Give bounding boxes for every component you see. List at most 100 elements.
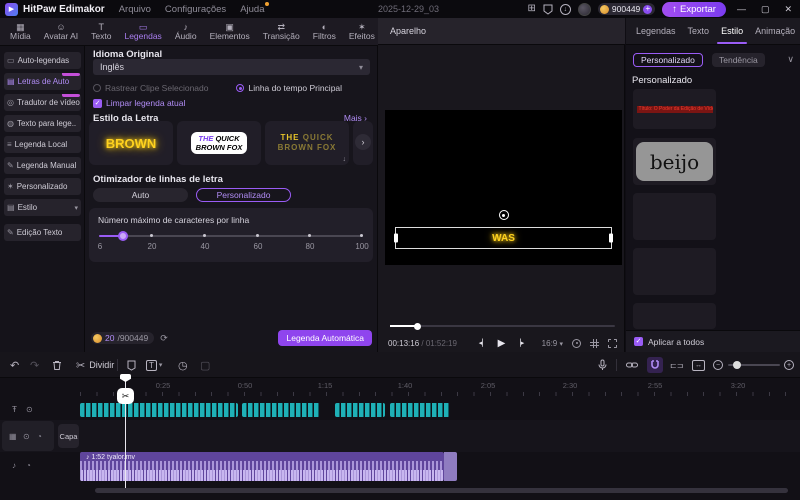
styles-scroll-right-button[interactable]: › xyxy=(355,134,371,150)
feedback-icon[interactable] xyxy=(543,4,553,15)
slider-handle[interactable] xyxy=(118,231,128,241)
zoom-out-icon[interactable]: − xyxy=(713,352,723,378)
filter-tendencia-pill[interactable]: Tendência xyxy=(712,53,765,67)
menu-configuracoes[interactable]: Configurações xyxy=(165,4,226,15)
zoom-slider-handle[interactable] xyxy=(733,361,741,369)
ribbon-item-avatar-ai[interactable]: ☺ Avatar AI xyxy=(44,22,78,41)
audio-clip[interactable]: ♪ 1:52 tyalor.mv xyxy=(80,452,444,481)
user-avatar[interactable] xyxy=(577,2,591,16)
audio-clip-selected-tail[interactable] xyxy=(444,452,457,481)
clip-bounds-icon[interactable]: ⊏⊐ xyxy=(670,352,683,378)
audio-track-lock-icon[interactable]: ◔ xyxy=(26,461,31,470)
next-frame-button[interactable]: ▕▸ xyxy=(515,339,524,347)
export-button[interactable]: ↑ Exportar xyxy=(662,1,726,17)
clear-subtitle-checkbox[interactable]: ✓ Limpar legenda atual xyxy=(93,98,185,108)
snap-magnet-icon[interactable] xyxy=(647,357,663,373)
layout-icon[interactable]: ⊞ xyxy=(528,4,536,14)
style-preset-red[interactable]: Título: O Poder da Edição de Vídeo xyxy=(633,89,716,129)
text-tool-button[interactable]: T ▾ xyxy=(146,352,162,378)
sidebar-item-tradutor[interactable]: ◎Tradutor de vídeoNEW xyxy=(4,94,81,111)
add-credits-icon[interactable]: + xyxy=(643,4,653,14)
download-center-icon[interactable]: ↓ xyxy=(559,3,571,15)
video-track-lock-icon[interactable]: ◔ xyxy=(37,432,42,441)
video-canvas[interactable]: WAS xyxy=(385,110,622,265)
sidebar-item-estilo[interactable]: ▤ Estilo ▾ xyxy=(4,199,81,216)
style-preset-beijo[interactable]: beijo xyxy=(633,138,716,185)
sidebar-item-legenda-local[interactable]: ≡ Legenda Local xyxy=(4,136,81,153)
credits-pill[interactable]: 900449 + xyxy=(597,3,656,15)
cover-button[interactable]: Capa xyxy=(58,424,79,448)
optimizer-custom-button[interactable]: Personalizado xyxy=(196,188,291,202)
download-style-icon[interactable]: ↓ xyxy=(343,156,347,163)
grid-icon[interactable] xyxy=(590,338,599,348)
subtitle-track-eye-icon[interactable]: ⊙ xyxy=(26,405,33,414)
prev-frame-button[interactable]: ◂▏ xyxy=(479,339,488,347)
subtitle-overlay-text[interactable]: WAS xyxy=(492,233,515,244)
refresh-icon[interactable]: ⟳ xyxy=(160,333,168,344)
play-button[interactable]: ▶ xyxy=(498,338,506,349)
ribbon-item-midia[interactable]: ▦ Mídia xyxy=(10,22,31,41)
subtitle-clip-group[interactable] xyxy=(390,403,450,417)
ribbon-item-efeitos[interactable]: ✶ Efeitos xyxy=(349,22,375,41)
delete-icon[interactable] xyxy=(52,352,62,378)
style-card-olive[interactable]: THE QUICK BROWN FOX ↓ xyxy=(265,121,349,165)
redo-icon[interactable]: ↷ xyxy=(30,352,39,378)
subtitle-clip-group[interactable] xyxy=(242,403,320,417)
sidebar-item-letras-de-auto[interactable]: ▤Letras de AutoNEW xyxy=(4,73,81,90)
style-card-glow[interactable]: BROWN xyxy=(89,121,173,165)
subtitle-track-mute-icon[interactable]: Ŧ xyxy=(12,405,17,414)
subtitle-clip-group[interactable] xyxy=(80,403,238,417)
timeline-zoom-slider[interactable] xyxy=(728,361,780,369)
video-track-film-icon[interactable]: ▦ xyxy=(9,432,17,441)
timeline-ruler[interactable]: 0:25 0:50 1:15 1:40 2:05 2:30 2:55 3:20 xyxy=(80,378,800,396)
tab-legendas[interactable]: Legendas xyxy=(636,26,676,36)
tab-texto[interactable]: Texto xyxy=(688,26,710,36)
sidebar-item-personalizado[interactable]: ✶ Personalizado xyxy=(4,178,81,195)
resize-handle-right[interactable] xyxy=(609,233,613,243)
sidebar-item-edicao-texto[interactable]: ✎ Edição Texto xyxy=(4,224,81,241)
ribbon-item-filtros[interactable]: ◐ Filtros xyxy=(313,22,336,41)
ribbon-item-texto[interactable]: T Texto xyxy=(91,22,111,41)
optimizer-auto-button[interactable]: Auto xyxy=(93,188,188,202)
sidebar-item-texto-para-legenda[interactable]: ◍ Texto para lege.. xyxy=(4,115,81,132)
language-dropdown[interactable]: Inglês ▾ xyxy=(93,59,370,75)
aspect-ratio-select[interactable]: 16:9 ▾ xyxy=(542,339,563,348)
link-icon[interactable] xyxy=(626,352,638,378)
ribbon-item-transicao[interactable]: ⇄ Transição xyxy=(263,22,300,41)
zoom-in-icon[interactable]: + xyxy=(784,352,794,378)
sidebar-item-legenda-manual[interactable]: ✎ Legenda Manual xyxy=(4,157,81,174)
snapshot-icon[interactable] xyxy=(572,338,581,348)
tab-animacao[interactable]: Animação xyxy=(755,26,795,36)
resize-handle-left[interactable] xyxy=(394,233,398,243)
playhead-scissors-badge[interactable]: ✂ xyxy=(117,388,134,404)
split-button[interactable]: ✂ Dividir xyxy=(76,352,114,378)
apply-all-checkbox[interactable]: ✓ xyxy=(634,337,643,346)
rotate-handle[interactable] xyxy=(498,210,509,220)
menu-ajuda[interactable]: Ajuda xyxy=(240,1,269,15)
max-chars-slider[interactable] xyxy=(99,231,363,241)
audio-track-mute-icon[interactable]: ♪ xyxy=(12,461,16,470)
chevron-down-icon[interactable]: ∨ xyxy=(787,54,794,65)
ribbon-item-legendas[interactable]: ▭ Legendas xyxy=(124,22,161,41)
fit-timeline-icon[interactable]: ↔ xyxy=(692,352,705,378)
filter-personalizado-pill[interactable]: Personalizado xyxy=(633,53,703,67)
close-button[interactable]: ✕ xyxy=(780,4,796,15)
record-voice-icon[interactable] xyxy=(598,352,607,378)
style-card-whitebox[interactable]: THE QUICK BROWN FOX xyxy=(177,121,261,165)
undo-icon[interactable]: ↶ xyxy=(10,352,19,378)
ribbon-item-audio[interactable]: ♪ Áudio xyxy=(175,22,197,41)
timeline-horizontal-scrollbar[interactable] xyxy=(95,488,788,493)
subtitle-clip-group[interactable] xyxy=(335,403,385,417)
style-preset-empty-2[interactable] xyxy=(633,248,716,295)
playback-progress-bar[interactable] xyxy=(390,322,615,330)
freeze-frame-icon[interactable]: ▢ xyxy=(200,352,210,378)
menu-arquivo[interactable]: Arquivo xyxy=(119,4,151,15)
speed-icon[interactable]: ◷ xyxy=(178,352,188,378)
progress-handle[interactable] xyxy=(414,322,421,330)
auto-subtitle-button[interactable]: Legenda Automática xyxy=(278,330,372,346)
tab-estilo[interactable]: Estilo xyxy=(717,26,748,44)
sidebar-item-auto-legendas[interactable]: ▭ Auto-legendas xyxy=(4,52,81,69)
style-preset-empty-3[interactable] xyxy=(633,303,716,329)
ribbon-item-elementos[interactable]: ▣ Elementos xyxy=(210,22,250,41)
minimize-button[interactable]: — xyxy=(733,4,750,14)
